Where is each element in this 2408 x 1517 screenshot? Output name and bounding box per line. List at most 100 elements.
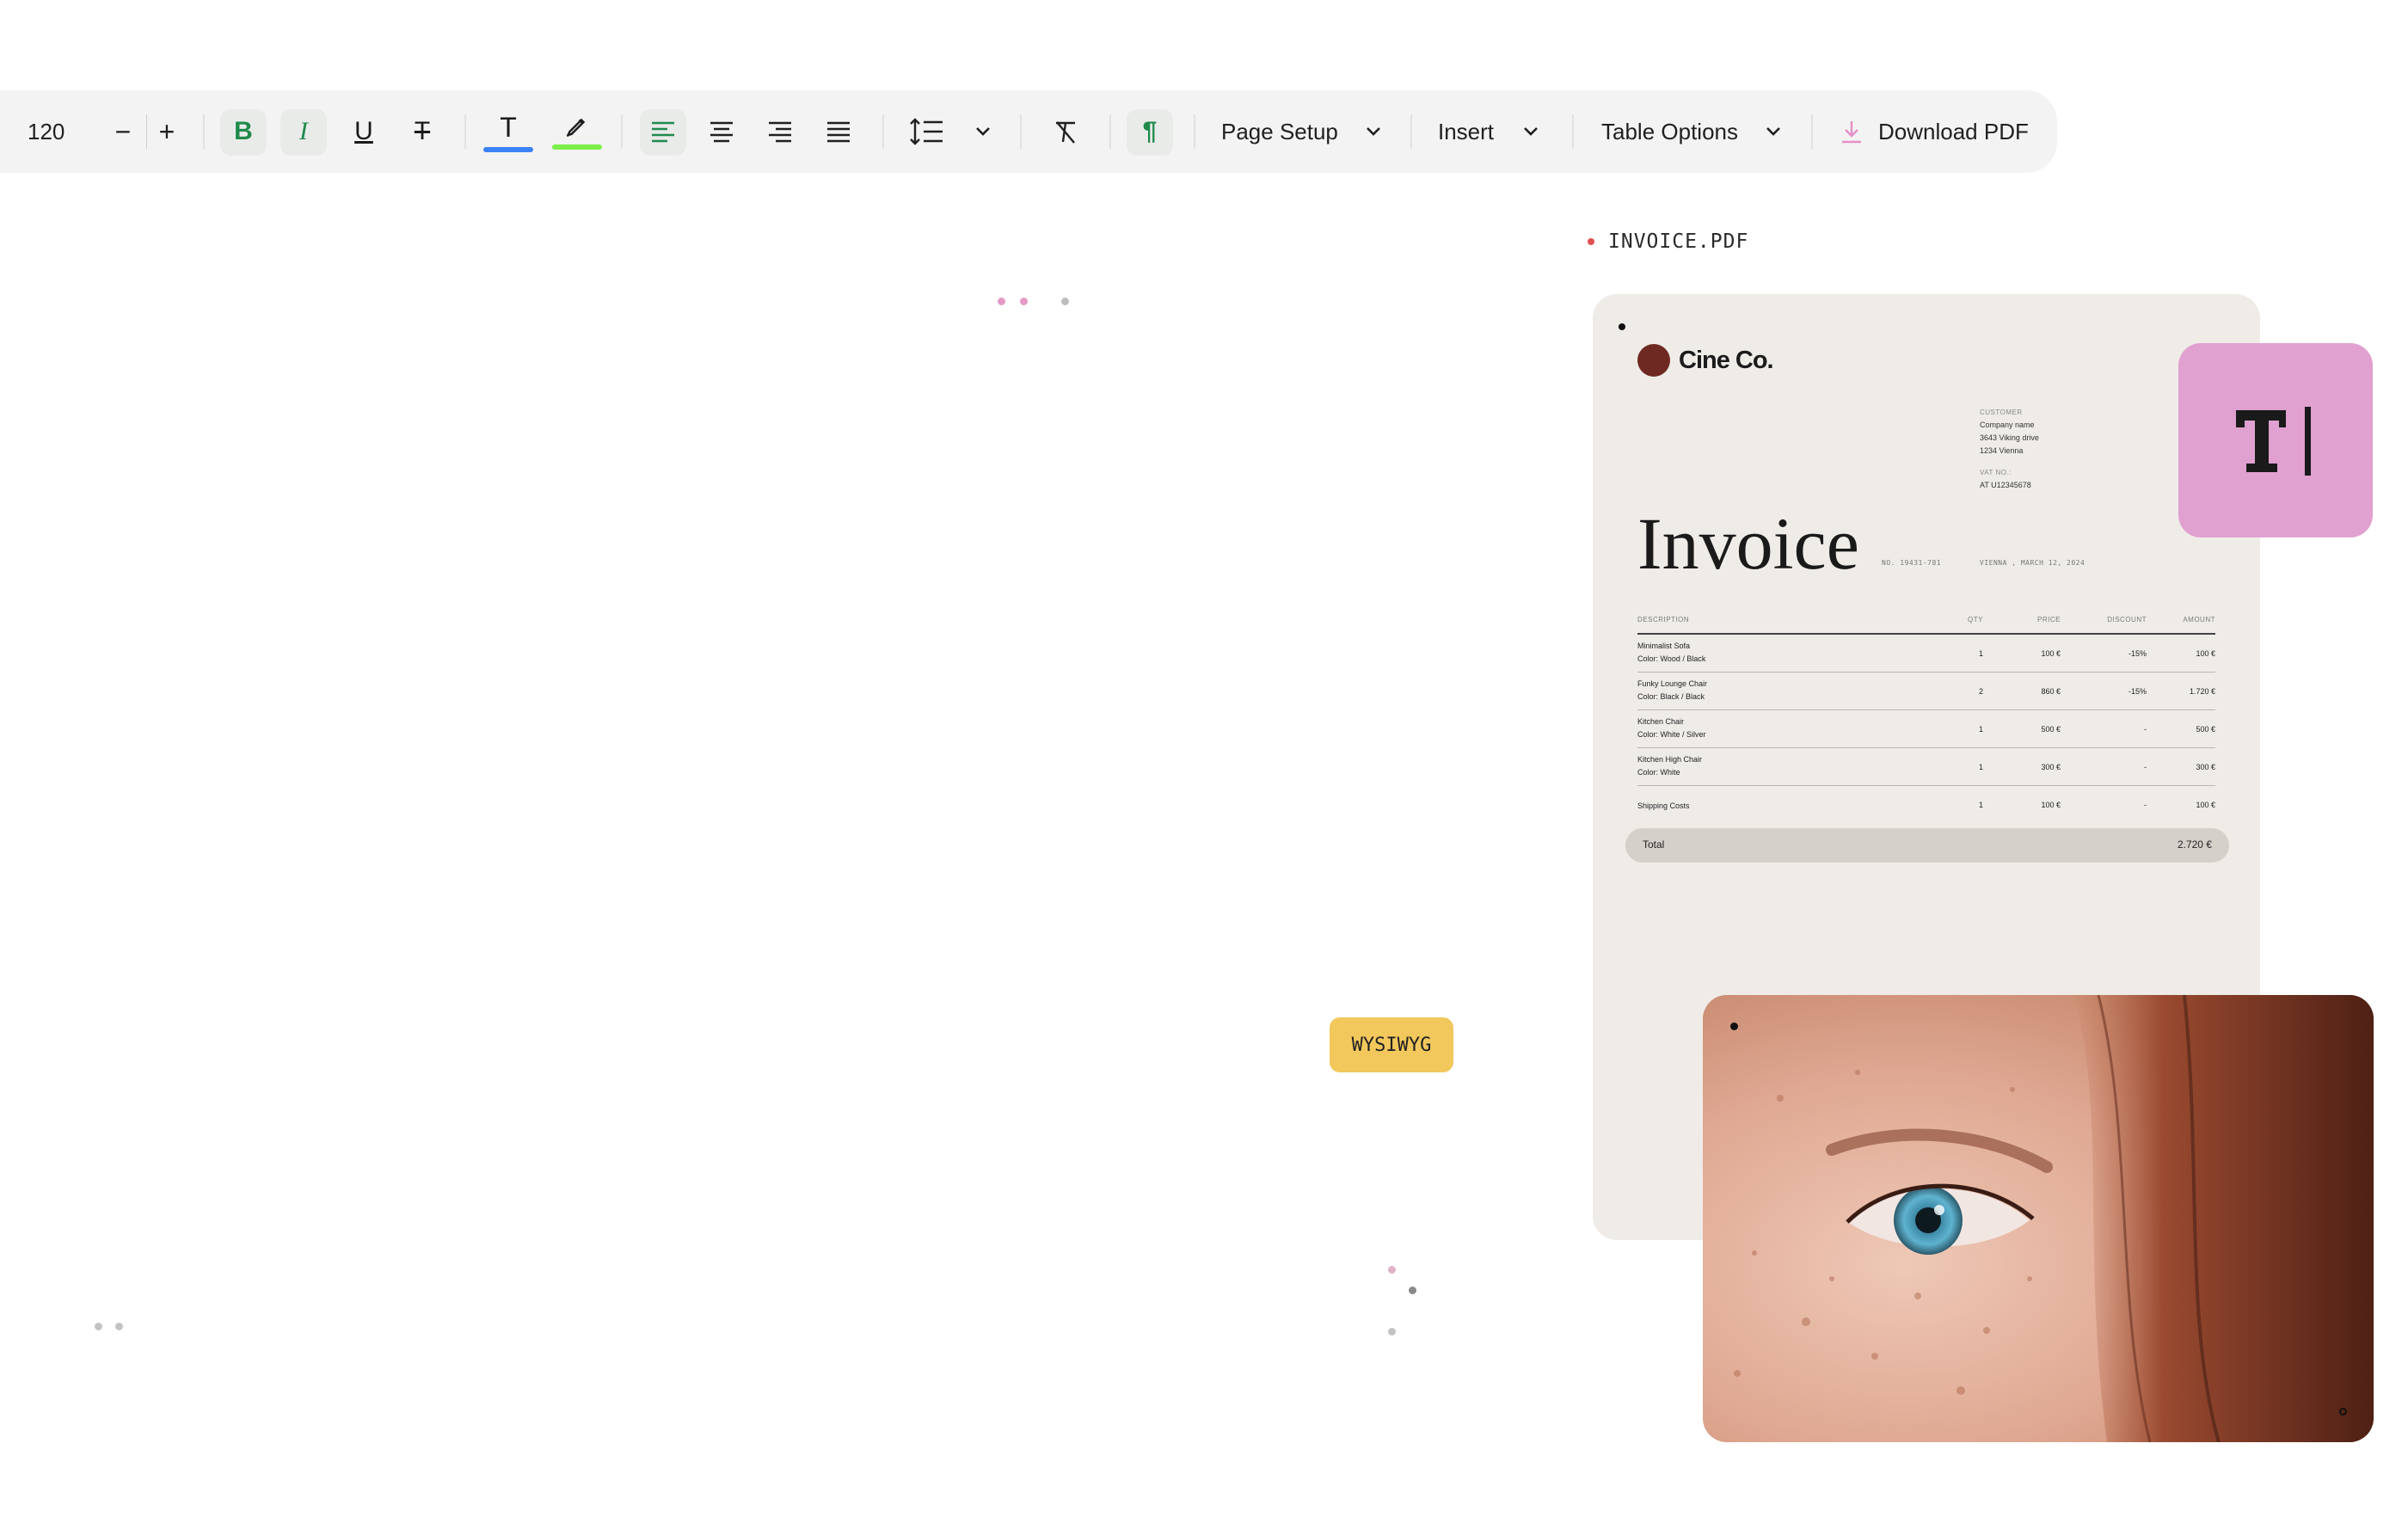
total-label: Total: [1643, 838, 1665, 851]
item-price: 500 €: [2041, 725, 2061, 734]
download-pdf-label: Download PDF: [1878, 118, 2029, 144]
align-left-button[interactable]: [640, 90, 686, 173]
page-setup-label: Page Setup: [1221, 118, 1338, 144]
underline-icon: U: [354, 117, 373, 145]
invoice-total: Total 2.720 €: [1625, 828, 2229, 863]
item-qty: 1: [1978, 801, 1983, 809]
table-options-menu[interactable]: Table Options: [1601, 90, 1781, 173]
total-value: 2.720 €: [2177, 838, 2212, 851]
highlight-swatch: [552, 144, 602, 150]
align-left-icon: [652, 121, 674, 143]
item-detail: Color: White / Silver: [1637, 730, 1706, 739]
bold-button[interactable]: B: [220, 90, 267, 173]
file-dot: [1588, 238, 1594, 245]
underline-button[interactable]: U: [341, 90, 387, 173]
decor-dot: [998, 298, 1005, 305]
wysiwyg-badge: WYSIWYG: [1330, 1017, 1453, 1072]
divider: [1410, 114, 1412, 149]
align-right-button[interactable]: [757, 90, 803, 173]
table-options-label: Table Options: [1601, 118, 1738, 144]
chevron-down-icon: [976, 127, 990, 136]
item-qty: 1: [1978, 763, 1983, 771]
divider: [1020, 114, 1022, 149]
editor-toolbar: 120 − + B I U T T ¶ Page Setup Insert Ta…: [0, 90, 2057, 173]
customer-address1: 3643 Viking drive: [1980, 433, 2039, 442]
chevron-down-icon: [1766, 127, 1780, 136]
table-row: Shipping Costs 1 100 € - 100 €: [1637, 786, 2215, 823]
item-name: Kitchen High Chair: [1637, 755, 1703, 764]
item-price: 860 €: [2041, 687, 2061, 696]
decor-dot: [1061, 298, 1069, 305]
file-name: INVOICE.PDF: [1608, 230, 1749, 253]
clear-format-button[interactable]: [1042, 90, 1089, 173]
item-discount: -: [2144, 801, 2147, 809]
item-price: 100 €: [2041, 801, 2061, 809]
decrease-font-button[interactable]: −: [108, 90, 138, 173]
brand-logo: [1637, 344, 1670, 377]
item-price: 100 €: [2041, 649, 2061, 658]
align-justify-icon: [827, 121, 850, 143]
text-color-swatch: [483, 146, 533, 152]
header-discount: DISCOUNT: [2107, 616, 2147, 623]
item-discount: -: [2144, 763, 2147, 771]
item-amount: 1.720 €: [2189, 687, 2215, 696]
item-discount: -15%: [2128, 687, 2147, 696]
table-header: DESCRIPTION QTY PRICE DISCOUNT AMOUNT: [1637, 612, 2215, 635]
highlight-button[interactable]: [552, 90, 602, 173]
table-row: Kitchen High Chair Color: White 1 300 € -…: [1637, 748, 2215, 786]
vat-label: VAT NO.:: [1980, 469, 2012, 476]
header-description: DESCRIPTION: [1637, 616, 1690, 623]
chevron-down-icon: [1366, 127, 1380, 136]
font-size-value[interactable]: 120: [28, 90, 88, 173]
text-color-button[interactable]: T: [483, 90, 533, 173]
decor-dot: [1388, 1328, 1396, 1336]
item-amount: 500 €: [2196, 725, 2215, 734]
header-qty: QTY: [1968, 616, 1983, 623]
customer-address2: 1234 Vienna: [1980, 446, 2024, 455]
increase-font-button[interactable]: +: [151, 90, 182, 173]
show-formatting-button[interactable]: ¶: [1127, 90, 1173, 173]
invoice-place-date: VIENNA , MARCH 12, 2024: [1980, 559, 2086, 567]
decor-dot: [1388, 1266, 1396, 1274]
item-discount: -: [2144, 725, 2147, 734]
customer-label: CUSTOMER: [1980, 408, 2023, 416]
divider: [464, 114, 466, 149]
align-justify-button[interactable]: [815, 90, 862, 173]
item-qty: 2: [1978, 687, 1983, 696]
header-price: PRICE: [2037, 616, 2061, 623]
italic-button[interactable]: I: [280, 90, 327, 173]
strikethrough-button[interactable]: T: [399, 90, 445, 173]
item-qty: 1: [1978, 725, 1983, 734]
line-height-button[interactable]: [905, 90, 948, 173]
align-center-button[interactable]: [698, 90, 745, 173]
strikethrough-icon: T: [414, 117, 431, 145]
item-name: Kitchen Chair: [1637, 717, 1685, 726]
brand-name: Cine Co.: [1679, 346, 1774, 374]
align-right-icon: [769, 121, 791, 143]
table-row: Kitchen Chair Color: White / Silver 1 500…: [1637, 710, 2215, 748]
line-height-icon: [910, 118, 943, 145]
portrait-photo: [1703, 995, 2374, 1442]
chevron-down-icon: [1524, 127, 1538, 136]
pilcrow-icon: ¶: [1142, 117, 1158, 145]
line-height-dropdown[interactable]: [970, 90, 996, 173]
insert-menu[interactable]: Insert: [1438, 90, 1539, 173]
corner-dot: [2339, 1408, 2347, 1416]
page-setup-menu[interactable]: Page Setup: [1221, 90, 1381, 173]
divider: [1811, 114, 1813, 149]
decor-dot: [1409, 1287, 1416, 1294]
download-pdf-button[interactable]: Download PDF: [1840, 90, 2029, 173]
invoice-brand: Cine Co.: [1637, 344, 1774, 377]
item-name: Minimalist Sofa: [1637, 642, 1691, 650]
corner-dot: [1730, 1023, 1738, 1030]
divider: [203, 114, 205, 149]
header-amount: AMOUNT: [2183, 616, 2215, 623]
decor-dot: [1020, 298, 1028, 305]
divider: [1109, 114, 1111, 149]
item-qty: 1: [1978, 649, 1983, 658]
bold-icon: B: [234, 117, 253, 145]
decor-dot: [95, 1323, 102, 1330]
text-cursor-icon: [2236, 407, 2311, 476]
insert-label: Insert: [1438, 118, 1495, 144]
align-center-icon: [710, 121, 733, 143]
